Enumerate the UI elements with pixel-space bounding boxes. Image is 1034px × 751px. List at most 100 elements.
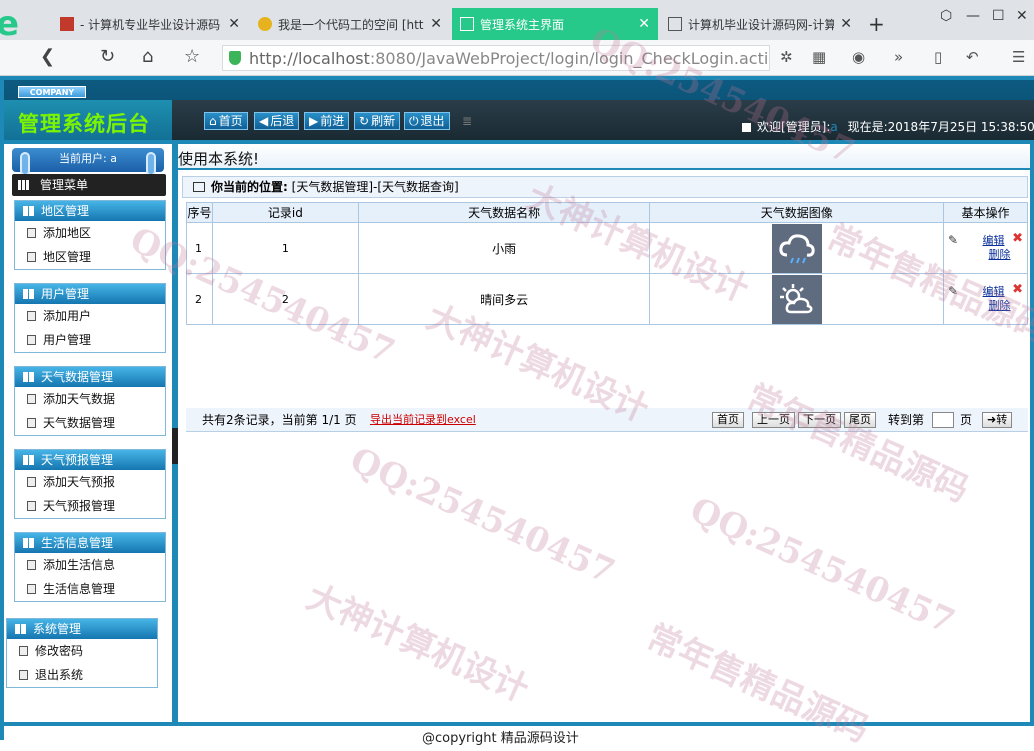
- browser-tab-3[interactable]: 管理系统主界面 ✕: [452, 8, 658, 40]
- arrow-right-icon: ▶: [309, 114, 319, 128]
- group-icon: [23, 372, 35, 382]
- arrow-right-icon: ➜: [987, 413, 997, 426]
- app-title: 管理系统后台: [18, 111, 150, 136]
- security-icon[interactable]: ◉: [852, 48, 865, 66]
- browser-tab-1[interactable]: - 计算机专业毕业设计源码 ✕: [52, 8, 248, 40]
- menu-item-add-life-info[interactable]: 添加生活信息: [15, 553, 165, 577]
- close-window-icon[interactable]: ✕: [1016, 8, 1028, 24]
- phone-icon[interactable]: ▯: [934, 48, 942, 66]
- pin-icon: [20, 152, 30, 176]
- row-weather-name: 小雨: [357, 222, 651, 274]
- reload-icon[interactable]: ↻: [100, 46, 115, 67]
- apps-grid-icon[interactable]: ▦: [812, 48, 826, 66]
- menu-group-weather-data: 天气数据管理 添加天气数据 天气数据管理: [14, 366, 166, 436]
- top-nav: ⌂ 首页 ◀ 后退 ▶ 前进 ↻ 刷新 ⏻ 退出 ≣ 欢迎[管理员]:a 现在是:2018…: [172, 100, 1034, 140]
- group-icon: [23, 206, 35, 216]
- grip-icon: ≣: [462, 114, 473, 128]
- url-input[interactable]: http://localhost :8080/JavaWebProject/lo…: [222, 45, 770, 71]
- home-icon[interactable]: ⌂: [142, 46, 153, 67]
- minimize-icon[interactable]: —: [966, 8, 980, 24]
- document-icon: [27, 394, 36, 404]
- document-icon: [27, 335, 36, 345]
- goto-label: 转到第: [888, 413, 925, 427]
- now-label: 现在是:: [847, 120, 888, 134]
- undo-icon[interactable]: ↶: [966, 48, 979, 66]
- browser-tab-2[interactable]: 我是一个代码工的空间 [http ✕: [250, 8, 450, 40]
- row-actions: ✎ 编辑 删除 ✖: [943, 222, 1028, 274]
- menu-item-life-info-manage[interactable]: 生活信息管理: [15, 577, 165, 601]
- nav-logout-button[interactable]: ⏻ 退出: [404, 112, 450, 130]
- page-favicon-icon: [668, 17, 682, 31]
- welcome-user: a: [830, 120, 838, 134]
- browser-tab-label: 我是一个代码工的空间 [http: [278, 17, 425, 32]
- delete-link[interactable]: 删除: [960, 248, 1027, 262]
- close-tab-icon[interactable]: ✕: [430, 16, 442, 32]
- export-excel-link[interactable]: 导出当前记录到excel: [370, 408, 476, 432]
- menu-item-forecast-manage[interactable]: 天气预报管理: [15, 494, 165, 518]
- menu-group-header[interactable]: 天气数据管理: [15, 367, 165, 387]
- welcome-message: 使用本系统!: [178, 150, 260, 168]
- menu-group-header[interactable]: 系统管理: [7, 619, 157, 639]
- document-icon: [27, 252, 36, 262]
- menu-group-header[interactable]: 用户管理: [15, 284, 165, 304]
- bookmark-star-icon[interactable]: ☆: [184, 46, 200, 67]
- menu-item-region-manage[interactable]: 地区管理: [15, 245, 165, 269]
- skin-icon[interactable]: ⬡: [940, 8, 952, 24]
- close-tab-icon[interactable]: ✕: [638, 16, 650, 32]
- close-tab-icon[interactable]: ✕: [228, 16, 240, 32]
- welcome-text: 欢迎[管理员]:a 现在是:2018年7月25日 15:38:50: [742, 118, 1034, 135]
- menu-item-logout[interactable]: 退出系统: [7, 663, 157, 687]
- menu-icon[interactable]: ☰: [1012, 48, 1025, 66]
- row-record-id: 1: [211, 222, 359, 274]
- menu-item-add-weather-data[interactable]: 添加天气数据: [15, 387, 165, 411]
- new-tab-icon[interactable]: +: [868, 12, 885, 36]
- group-icon: [23, 455, 35, 465]
- delete-link[interactable]: 删除: [960, 299, 1027, 313]
- delete-icon[interactable]: ✖: [1012, 282, 1023, 297]
- menu-group-header[interactable]: 天气预报管理: [15, 450, 165, 470]
- menu-item-user-manage[interactable]: 用户管理: [15, 328, 165, 352]
- table-header-row: 序号 记录id 天气数据名称 天气数据图像 基本操作: [186, 202, 1028, 223]
- weather-data-table: 序号 记录id 天气数据名称 天气数据图像 基本操作 1 1 小雨 ✎ 编辑 删…: [186, 202, 1028, 325]
- row-weather-image: [649, 273, 945, 325]
- main-panel: 使用本系统! 你当前的位置: [天气数据管理]-[天气数据查询] 序号 记录id…: [178, 144, 1030, 722]
- first-page-button[interactable]: 首页: [712, 412, 744, 428]
- maximize-icon[interactable]: ☐: [992, 8, 1005, 24]
- menu-item-add-user[interactable]: 添加用户: [15, 304, 165, 328]
- back-icon[interactable]: ❮: [40, 46, 55, 67]
- extension-icon[interactable]: ✲: [780, 48, 793, 66]
- url-path: :8080/JavaWebProject/login/login_CheckLo…: [369, 48, 770, 68]
- menu-group-forecast: 天气预报管理 添加天气预报 天气预报管理: [14, 449, 166, 519]
- menu-item-add-forecast[interactable]: 添加天气预报: [15, 470, 165, 494]
- nav-back-button[interactable]: ◀ 后退: [254, 112, 300, 130]
- pagination-bar: 共有2条记录，当前第 1/1 页 导出当前记录到excel 首页 上一页 下一页…: [186, 408, 1028, 432]
- last-page-button[interactable]: 尾页: [844, 412, 876, 428]
- goto-page-input[interactable]: [932, 412, 954, 428]
- power-icon: ⏻: [409, 114, 419, 128]
- refresh-icon: ↻: [359, 114, 370, 128]
- more-chevron-icon[interactable]: »: [894, 48, 903, 66]
- document-icon: [27, 584, 36, 594]
- nav-refresh-button[interactable]: ↻ 刷新: [354, 112, 401, 130]
- menu-item-weather-data-manage[interactable]: 天气数据管理: [15, 411, 165, 435]
- menu-item-change-password[interactable]: 修改密码: [7, 639, 157, 663]
- pencil-icon: ✎: [948, 233, 959, 247]
- menu-group-header[interactable]: 地区管理: [15, 201, 165, 221]
- close-tab-icon[interactable]: ✕: [840, 16, 852, 32]
- delete-icon[interactable]: ✖: [1012, 231, 1023, 246]
- current-user-label: 当前用户: a: [59, 152, 117, 165]
- nav-forward-button[interactable]: ▶ 前进: [304, 112, 350, 130]
- browser-tab-4[interactable]: 计算机毕业设计源码网-计算 ✕: [660, 8, 860, 40]
- current-datetime: 2018年7月25日 15:38:50: [887, 120, 1034, 134]
- nav-home-button[interactable]: ⌂ 首页: [204, 112, 248, 130]
- document-icon: [27, 477, 36, 487]
- menu-group-header[interactable]: 生活信息管理: [15, 533, 165, 553]
- secure-shield-icon: [229, 51, 241, 65]
- page-favicon-icon: [460, 17, 474, 31]
- menu-group-system: 系统管理 修改密码 退出系统: [6, 618, 158, 688]
- prev-page-button[interactable]: 上一页: [752, 412, 795, 428]
- next-page-button[interactable]: 下一页: [798, 412, 841, 428]
- menu-item-add-region[interactable]: 添加地区: [15, 221, 165, 245]
- site-favicon-icon: [60, 17, 74, 31]
- go-button[interactable]: ➜转: [982, 412, 1013, 428]
